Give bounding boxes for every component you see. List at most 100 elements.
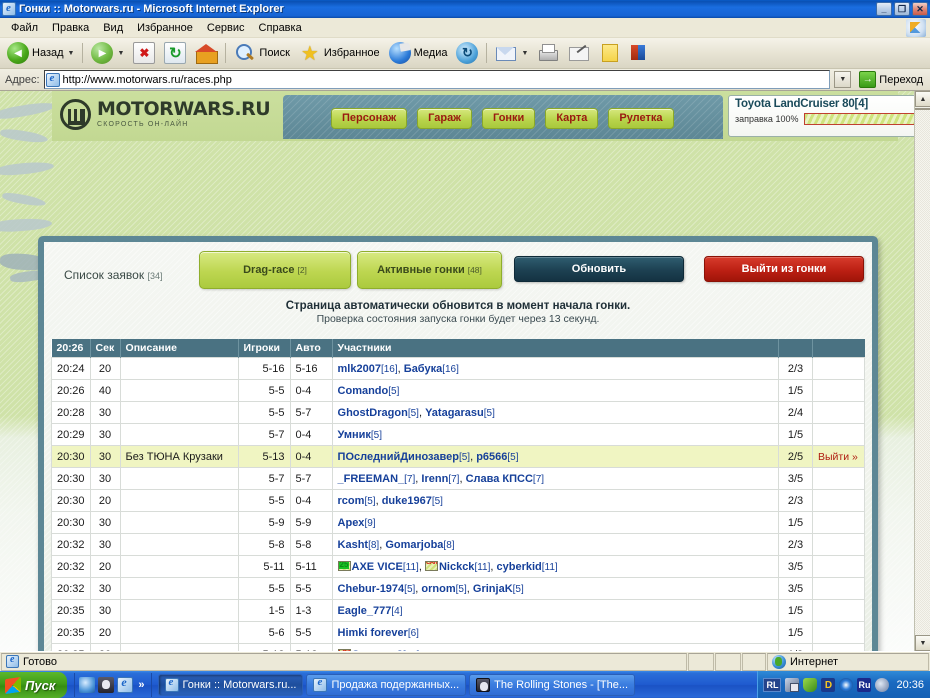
back-dropdown-icon[interactable]: ▼ xyxy=(68,50,75,57)
menu-item-help[interactable]: Справка xyxy=(252,20,309,36)
security-zone[interactable]: Интернет xyxy=(767,653,929,671)
table-row[interactable]: 20:32305-55-5Chebur-1974[5], ornom[5], G… xyxy=(52,578,865,600)
back-button[interactable]: Назад ▼ xyxy=(3,40,78,66)
table-row[interactable]: 20:26405-50-4Comando[5]1/5 xyxy=(52,380,865,402)
tab-active-races[interactable]: Активные гонки [48] xyxy=(357,251,502,289)
participant-link[interactable]: Eagle_777 xyxy=(338,605,392,617)
table-row[interactable]: 20:35205-65-5Himki forever[6]1/5 xyxy=(52,622,865,644)
leave-race-button[interactable]: Выйти из гонки xyxy=(704,256,864,282)
participant-link[interactable]: Бабука xyxy=(404,363,442,375)
participant-link[interactable]: Himki forever xyxy=(338,627,408,639)
site-logo[interactable]: MOTORWARS.RU СКОРОСТЬ ОН-ЛАЙН xyxy=(60,93,275,135)
participant-link[interactable]: GhostDragon xyxy=(338,407,408,419)
participant-link[interactable]: Стрелок2 xyxy=(352,649,403,652)
nav-item-garage[interactable]: Гараж xyxy=(417,108,472,129)
history-button[interactable] xyxy=(452,40,482,66)
taskbar-item[interactable]: Продажа подержанных... xyxy=(306,674,466,696)
participant-link[interactable]: Слава КПСС xyxy=(466,473,533,485)
participant-link[interactable]: Comando xyxy=(338,385,389,397)
table-row[interactable]: 20:30205-50-4rcom[5], duke1967[5]2/3 xyxy=(52,490,865,512)
menu-item-tools[interactable]: Сервис xyxy=(200,20,252,36)
quicklaunch-ie-icon[interactable] xyxy=(117,677,133,693)
nav-item-races[interactable]: Гонки xyxy=(482,108,535,129)
menu-item-view[interactable]: Вид xyxy=(96,20,130,36)
favorites-button[interactable]: Избранное xyxy=(295,40,384,66)
maximize-button[interactable]: ❐ xyxy=(894,2,910,16)
edit-button[interactable] xyxy=(564,40,594,66)
tray-d-icon[interactable]: D xyxy=(821,678,835,692)
print-button[interactable] xyxy=(533,40,563,66)
participant-link[interactable]: Nickck xyxy=(439,561,474,573)
participant-link[interactable]: Apex xyxy=(338,517,365,529)
participant-link[interactable]: Irenn xyxy=(421,473,448,485)
nav-item-map[interactable]: Карта xyxy=(545,108,598,129)
quicklaunch-desktop-icon[interactable] xyxy=(79,677,95,693)
participant-link[interactable]: Gomarjoba xyxy=(385,539,443,551)
notes-button[interactable] xyxy=(595,40,625,66)
participant-link[interactable]: Chebur-1974 xyxy=(338,583,405,595)
row-leave-link[interactable]: Выйти » xyxy=(818,451,858,463)
stop-button[interactable] xyxy=(129,40,159,66)
quicklaunch-overflow-icon[interactable]: » xyxy=(136,679,146,691)
participant-link[interactable]: duke1967 xyxy=(382,495,432,507)
participant-link[interactable]: Yatagarasu xyxy=(425,407,484,419)
media-button[interactable]: Медиа xyxy=(385,40,452,66)
forward-dropdown-icon[interactable]: ▼ xyxy=(117,50,124,57)
table-row[interactable]: 20:32305-85-8Kasht[8], Gomarjoba[8]2/3 xyxy=(52,534,865,556)
participant-link[interactable]: AXE VICE xyxy=(352,561,403,573)
nav-item-roulette[interactable]: Рулетка xyxy=(608,108,673,129)
table-row[interactable]: 20:29305-70-4Умник[5]1/5 xyxy=(52,424,865,446)
participant-link[interactable]: _FREEMAN_ xyxy=(338,473,405,485)
security-shield-icon[interactable] xyxy=(803,678,817,692)
search-button[interactable]: Поиск xyxy=(230,40,293,66)
table-row[interactable]: 20:3030Без ТЮНА Крузаки5-130-4ПОследнийД… xyxy=(52,446,865,468)
taskbar-clock[interactable]: 20:36 xyxy=(896,679,924,691)
participant-link[interactable]: GrinjaK xyxy=(473,583,513,595)
taskbar-item[interactable]: The Rolling Stones - [The... xyxy=(469,674,635,696)
participant-link[interactable]: rcom xyxy=(338,495,365,507)
go-button[interactable]: → Переход xyxy=(855,71,927,88)
address-dropdown-button[interactable]: ▼ xyxy=(834,71,851,88)
address-input[interactable]: http://www.motorwars.ru/races.php xyxy=(44,70,831,89)
refresh-button[interactable] xyxy=(160,40,190,66)
participant-link[interactable]: Умник xyxy=(338,429,371,441)
table-row[interactable]: 20:35205-135-13Стрелок2[13]1/3 xyxy=(52,644,865,652)
forward-button[interactable]: ▼ xyxy=(87,40,128,66)
page-scrollbar[interactable]: ▲ ▼ xyxy=(914,91,930,651)
start-button[interactable]: Пуск xyxy=(0,672,67,698)
minimize-button[interactable]: _ xyxy=(876,2,892,16)
nav-item-character[interactable]: Персонаж xyxy=(331,108,407,129)
participant-link[interactable]: cyberkid xyxy=(497,561,542,573)
volume-icon[interactable] xyxy=(875,678,889,692)
participant-link[interactable]: mlk2007 xyxy=(338,363,381,375)
table-row[interactable]: 20:35301-51-3Eagle_777[4]1/5 xyxy=(52,600,865,622)
tab-drag-race[interactable]: Drag-race [2] xyxy=(199,251,351,289)
participant-link[interactable]: ornom xyxy=(421,583,455,595)
discuss-button[interactable] xyxy=(626,40,656,66)
table-row[interactable]: 20:30305-75-7_FREEMAN_[7], Irenn[7], Сла… xyxy=(52,468,865,490)
table-row[interactable]: 20:28305-55-7GhostDragon[5], Yatagarasu[… xyxy=(52,402,865,424)
refresh-races-button[interactable]: Обновить xyxy=(514,256,684,282)
quicklaunch-mediaplayer-icon[interactable] xyxy=(98,677,114,693)
scroll-up-button[interactable]: ▲ xyxy=(915,91,930,107)
participant-link[interactable]: ПОследнийДинозавер xyxy=(338,451,459,463)
participant-link[interactable]: Kasht xyxy=(338,539,369,551)
current-car-panel[interactable]: Toyota LandCruiser 80[4] заправка 100% xyxy=(728,95,914,137)
participant-link[interactable]: p6566 xyxy=(476,451,507,463)
scrollbar-track[interactable] xyxy=(915,108,930,634)
scrollbar-thumb[interactable] xyxy=(915,108,930,110)
table-row[interactable]: 20:24205-165-16mlk2007[16], Бабука[16]2/… xyxy=(52,358,865,380)
menu-item-file[interactable]: Файл xyxy=(4,20,45,36)
scroll-down-button[interactable]: ▼ xyxy=(915,635,930,651)
network-icon[interactable] xyxy=(785,678,799,692)
mail-button[interactable]: ▼ xyxy=(491,40,532,66)
home-button[interactable] xyxy=(191,40,221,66)
menu-item-favorites[interactable]: Избранное xyxy=(130,20,200,36)
table-row[interactable]: 20:30305-95-9Apex[9]1/5 xyxy=(52,512,865,534)
language-indicator[interactable]: Ru xyxy=(857,678,871,692)
tray-rl-indicator[interactable]: RL xyxy=(763,678,781,692)
tray-eye-icon[interactable] xyxy=(839,678,853,692)
table-row[interactable]: 20:32205-115-11AXE VICE[11], Nickck[11],… xyxy=(52,556,865,578)
cell-action[interactable]: Выйти » xyxy=(813,446,865,468)
taskbar-item[interactable]: Гонки :: Motorwars.ru... xyxy=(158,674,304,696)
